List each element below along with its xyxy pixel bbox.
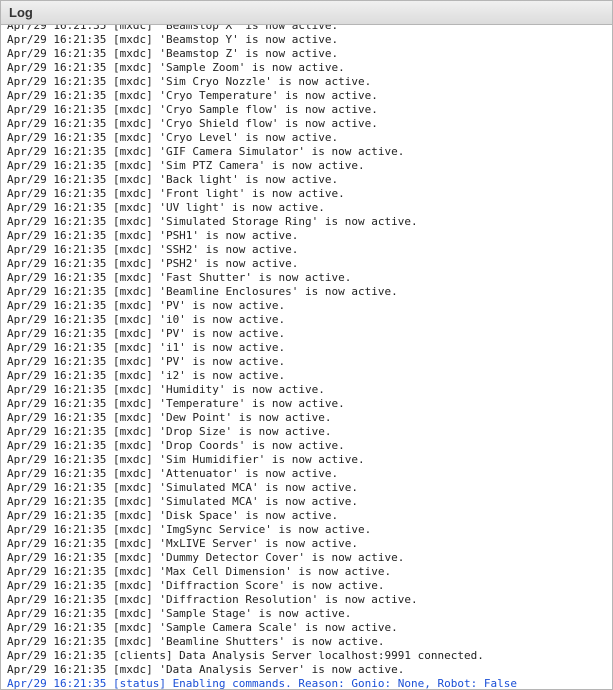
log-line: Apr/29 16:21:35 [mxdc] 'Data Analysis Se… — [7, 663, 606, 677]
log-line: Apr/29 16:21:35 [mxdc] 'SSH2' is now act… — [7, 243, 606, 257]
log-line: Apr/29 16:21:35 [mxdc] 'PSH2' is now act… — [7, 257, 606, 271]
log-line: Apr/29 16:21:35 [mxdc] 'Beamstop Y' is n… — [7, 33, 606, 47]
panel-title: Log — [1, 1, 612, 25]
log-line: Apr/29 16:21:35 [mxdc] 'Drop Coords' is … — [7, 439, 606, 453]
log-line: Apr/29 16:21:35 [clients] Data Analysis … — [7, 649, 606, 663]
log-line: Apr/29 16:21:35 [mxdc] 'Sample Stage' is… — [7, 607, 606, 621]
log-viewer[interactable]: Apr/29 16:21:35 [mxdc] 'Beamstop X' is n… — [1, 25, 612, 689]
log-line: Apr/29 16:21:35 [mxdc] 'PV' is now activ… — [7, 355, 606, 369]
log-line: Apr/29 16:21:35 [mxdc] 'Back light' is n… — [7, 173, 606, 187]
log-line: Apr/29 16:21:35 [mxdc] 'Max Cell Dimensi… — [7, 565, 606, 579]
log-line: Apr/29 16:21:35 [mxdc] 'PSH1' is now act… — [7, 229, 606, 243]
log-line: Apr/29 16:21:35 [mxdc] 'Cryo Level' is n… — [7, 131, 606, 145]
log-line: Apr/29 16:21:35 [mxdc] 'Simulated MCA' i… — [7, 495, 606, 509]
log-line: Apr/29 16:21:35 [mxdc] 'ImgSync Service'… — [7, 523, 606, 537]
log-line: Apr/29 16:21:35 [mxdc] 'PV' is now activ… — [7, 299, 606, 313]
log-line: Apr/29 16:21:35 [mxdc] 'Sample Zoom' is … — [7, 61, 606, 75]
log-line: Apr/29 16:21:35 [mxdc] 'Fast Shutter' is… — [7, 271, 606, 285]
log-line: Apr/29 16:21:35 [mxdc] 'Attenuator' is n… — [7, 467, 606, 481]
log-line: Apr/29 16:21:35 [mxdc] 'Sim Cryo Nozzle'… — [7, 75, 606, 89]
log-line: Apr/29 16:21:35 [mxdc] 'Disk Space' is n… — [7, 509, 606, 523]
log-line: Apr/29 16:21:35 [mxdc] 'Diffraction Scor… — [7, 579, 606, 593]
log-line: Apr/29 16:21:35 [mxdc] 'Beamline Enclosu… — [7, 285, 606, 299]
log-line: Apr/29 16:21:35 [mxdc] 'Cryo Temperature… — [7, 89, 606, 103]
log-line: Apr/29 16:21:35 [mxdc] 'i1' is now activ… — [7, 341, 606, 355]
log-line: Apr/29 16:21:35 [mxdc] 'Diffraction Reso… — [7, 593, 606, 607]
log-panel: Log Apr/29 16:21:35 [mxdc] 'Beamstop X' … — [0, 0, 613, 690]
log-line: Apr/29 16:21:35 [mxdc] 'Sim PTZ Camera' … — [7, 159, 606, 173]
log-line: Apr/29 16:21:35 [mxdc] 'PV' is now activ… — [7, 327, 606, 341]
log-line: Apr/29 16:21:35 [mxdc] 'Front light' is … — [7, 187, 606, 201]
log-line: Apr/29 16:21:35 [mxdc] 'Temperature' is … — [7, 397, 606, 411]
log-line: Apr/29 16:21:35 [mxdc] 'Sim Humidifier' … — [7, 453, 606, 467]
log-line: Apr/29 16:21:35 [mxdc] 'i0' is now activ… — [7, 313, 606, 327]
log-line: Apr/29 16:21:35 [mxdc] 'i2' is now activ… — [7, 369, 606, 383]
log-line: Apr/29 16:21:35 [status] Enabling comman… — [7, 677, 606, 689]
log-line: Apr/29 16:21:35 [mxdc] 'MxLIVE Server' i… — [7, 537, 606, 551]
log-line: Apr/29 16:21:35 [mxdc] 'Dew Point' is no… — [7, 411, 606, 425]
log-line: Apr/29 16:21:35 [mxdc] 'Humidity' is now… — [7, 383, 606, 397]
log-line: Apr/29 16:21:35 [mxdc] 'Simulated Storag… — [7, 215, 606, 229]
log-line: Apr/29 16:21:35 [mxdc] 'Sample Camera Sc… — [7, 621, 606, 635]
log-line: Apr/29 16:21:35 [mxdc] 'GIF Camera Simul… — [7, 145, 606, 159]
log-line: Apr/29 16:21:35 [mxdc] 'Beamline Shutter… — [7, 635, 606, 649]
log-line: Apr/29 16:21:35 [mxdc] 'Cryo Sample flow… — [7, 103, 606, 117]
log-line: Apr/29 16:21:35 [mxdc] 'Cryo Shield flow… — [7, 117, 606, 131]
log-line: Apr/29 16:21:35 [mxdc] 'Beamstop Z' is n… — [7, 47, 606, 61]
log-line: Apr/29 16:21:35 [mxdc] 'UV light' is now… — [7, 201, 606, 215]
log-line: Apr/29 16:21:35 [mxdc] 'Simulated MCA' i… — [7, 481, 606, 495]
log-line: Apr/29 16:21:35 [mxdc] 'Dummy Detector C… — [7, 551, 606, 565]
log-line: Apr/29 16:21:35 [mxdc] 'Drop Size' is no… — [7, 425, 606, 439]
log-line: Apr/29 16:21:35 [mxdc] 'Beamstop X' is n… — [7, 25, 606, 33]
